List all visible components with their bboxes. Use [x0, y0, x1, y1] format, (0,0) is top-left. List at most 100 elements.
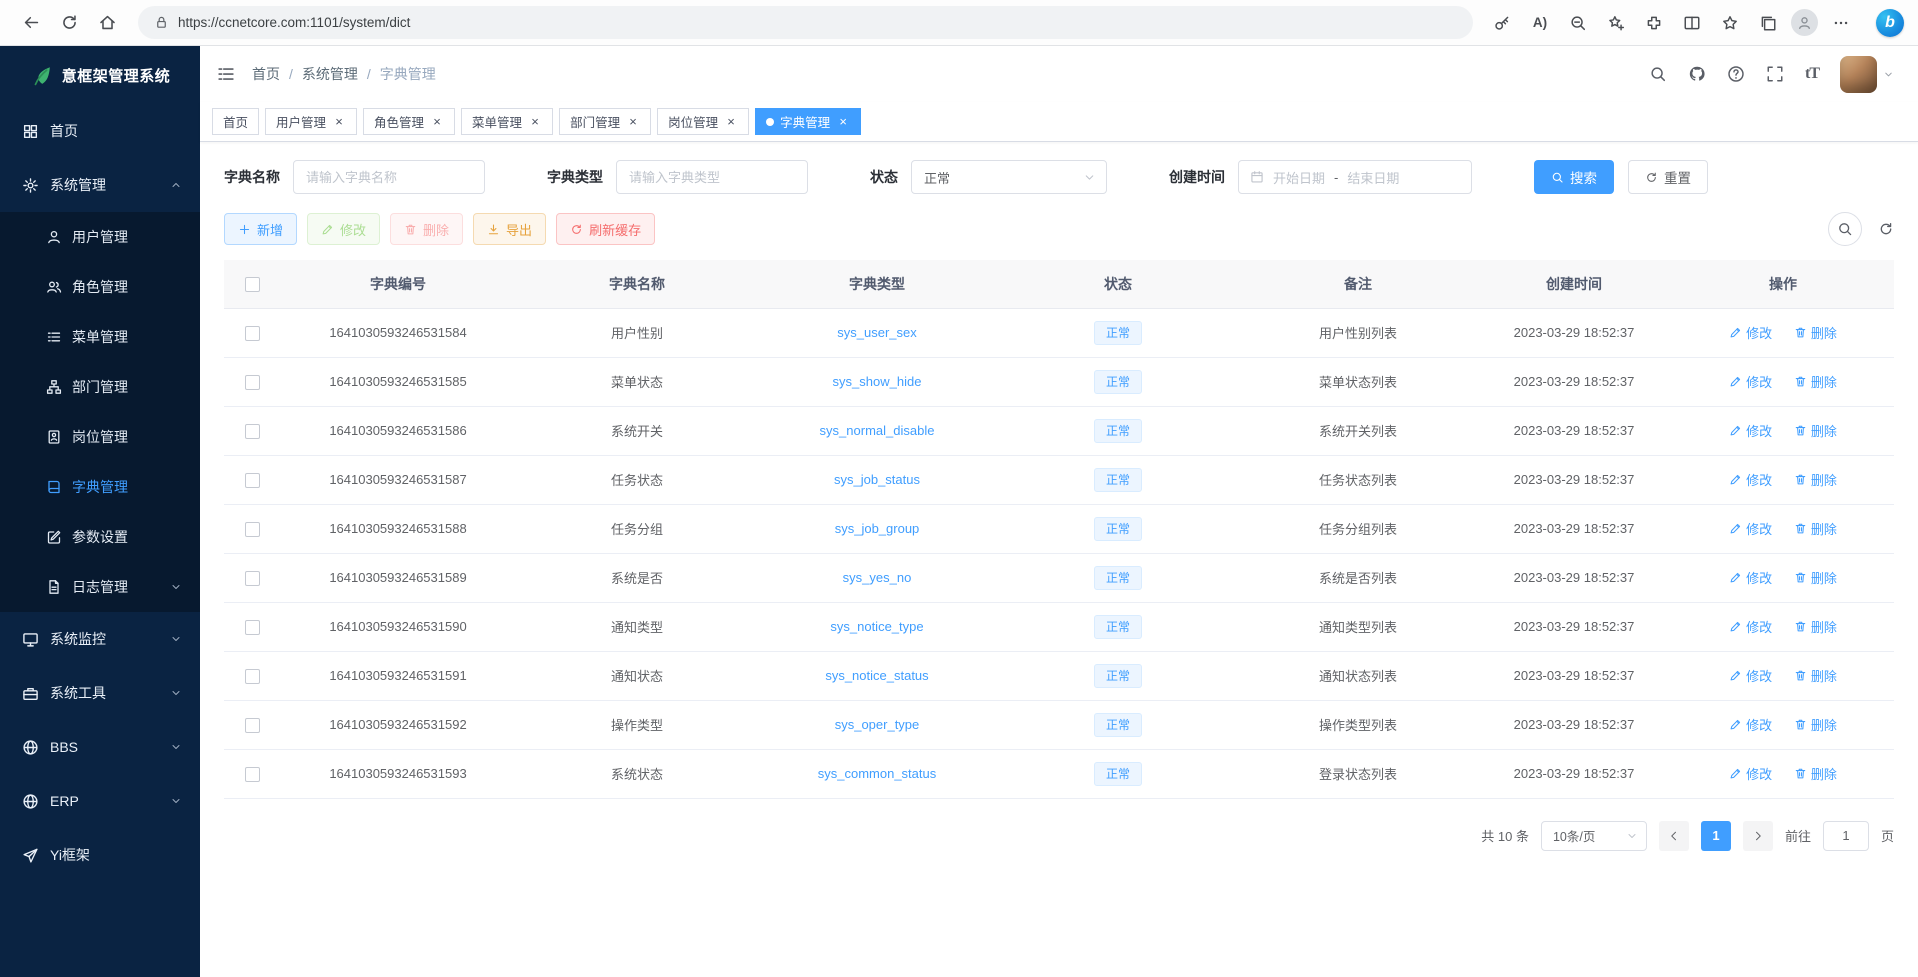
select-all-checkbox[interactable]: [245, 277, 260, 292]
dict-type-link[interactable]: sys_notice_status: [825, 668, 928, 683]
sidebar-item-framework[interactable]: Yi框架: [0, 828, 200, 882]
split-screen-icon[interactable]: [1677, 8, 1707, 38]
dict-type-link[interactable]: sys_show_hide: [833, 374, 922, 389]
dict-type-link[interactable]: sys_normal_disable: [820, 423, 935, 438]
github-icon[interactable]: [1688, 65, 1706, 83]
add-favorite-icon[interactable]: [1601, 8, 1631, 38]
sidebar-item-dict[interactable]: 字典管理: [0, 462, 200, 512]
refresh-cache-button[interactable]: 刷新缓存: [556, 213, 655, 245]
close-icon[interactable]: ×: [430, 115, 444, 129]
row-edit-button[interactable]: 修改: [1729, 764, 1772, 783]
tab-roles[interactable]: 角色管理×: [363, 108, 455, 135]
row-edit-button[interactable]: 修改: [1729, 715, 1772, 734]
tab-home[interactable]: 首页: [212, 108, 259, 135]
next-page-button[interactable]: [1743, 821, 1773, 851]
read-aloud-icon[interactable]: A): [1525, 8, 1555, 38]
row-checkbox[interactable]: [245, 326, 260, 341]
dict-type-link[interactable]: sys_user_sex: [837, 325, 916, 340]
close-icon[interactable]: ×: [724, 115, 738, 129]
row-delete-button[interactable]: 删除: [1794, 617, 1837, 636]
dict-type-link[interactable]: sys_oper_type: [835, 717, 920, 732]
row-delete-button[interactable]: 删除: [1794, 421, 1837, 440]
row-edit-button[interactable]: 修改: [1729, 372, 1772, 391]
tab-posts[interactable]: 岗位管理×: [657, 108, 749, 135]
address-bar[interactable]: https://ccnetcore.com:1101/system/dict: [138, 6, 1473, 39]
fullscreen-icon[interactable]: [1766, 65, 1784, 83]
page-goto-input[interactable]: [1823, 821, 1869, 851]
close-icon[interactable]: ×: [626, 115, 640, 129]
browser-profile-avatar[interactable]: [1791, 9, 1818, 36]
dict-type-link[interactable]: sys_notice_type: [830, 619, 923, 634]
font-size-icon[interactable]: tT: [1805, 65, 1819, 83]
zoom-out-icon[interactable]: [1563, 8, 1593, 38]
sidebar-item-erp[interactable]: ERP: [0, 774, 200, 828]
dict-name-input[interactable]: [293, 160, 485, 194]
row-checkbox[interactable]: [245, 522, 260, 537]
row-edit-button[interactable]: 修改: [1729, 666, 1772, 685]
dict-type-link[interactable]: sys_yes_no: [843, 570, 912, 585]
user-menu[interactable]: [1840, 56, 1894, 93]
bing-button[interactable]: b: [1876, 9, 1904, 37]
row-edit-button[interactable]: 修改: [1729, 617, 1772, 636]
row-delete-button[interactable]: 删除: [1794, 764, 1837, 783]
row-checkbox[interactable]: [245, 620, 260, 635]
edit-button[interactable]: 修改: [307, 213, 380, 245]
row-delete-button[interactable]: 删除: [1794, 568, 1837, 587]
row-checkbox[interactable]: [245, 718, 260, 733]
favorites-icon[interactable]: [1715, 8, 1745, 38]
row-checkbox[interactable]: [245, 767, 260, 782]
export-button[interactable]: 导出: [473, 213, 546, 245]
refresh-table-icon[interactable]: [1878, 221, 1894, 237]
sidebar-item-logs[interactable]: 日志管理: [0, 562, 200, 612]
sidebar-item-posts[interactable]: 岗位管理: [0, 412, 200, 462]
row-checkbox[interactable]: [245, 424, 260, 439]
add-button[interactable]: 新增: [224, 213, 297, 245]
sidebar-item-monitor[interactable]: 系统监控: [0, 612, 200, 666]
row-checkbox[interactable]: [245, 669, 260, 684]
page-number-current[interactable]: 1: [1701, 821, 1731, 851]
close-icon[interactable]: ×: [836, 115, 850, 129]
tab-departments[interactable]: 部门管理×: [559, 108, 651, 135]
row-delete-button[interactable]: 删除: [1794, 372, 1837, 391]
row-edit-button[interactable]: 修改: [1729, 568, 1772, 587]
row-checkbox[interactable]: [245, 571, 260, 586]
delete-button[interactable]: 删除: [390, 213, 463, 245]
dict-type-link[interactable]: sys_job_status: [834, 472, 920, 487]
row-delete-button[interactable]: 删除: [1794, 715, 1837, 734]
reset-button[interactable]: 重置: [1628, 160, 1708, 194]
breadcrumb-home[interactable]: 首页: [252, 64, 280, 84]
browser-home-button[interactable]: [90, 6, 124, 40]
help-icon[interactable]: [1727, 65, 1745, 83]
sidebar-item-menus[interactable]: 菜单管理: [0, 312, 200, 362]
sidebar-item-users[interactable]: 用户管理: [0, 212, 200, 262]
sidebar-item-tools[interactable]: 系统工具: [0, 666, 200, 720]
close-icon[interactable]: ×: [332, 115, 346, 129]
row-edit-button[interactable]: 修改: [1729, 323, 1772, 342]
browser-back-button[interactable]: [14, 6, 48, 40]
sidebar-item-home[interactable]: 首页: [0, 104, 200, 158]
row-edit-button[interactable]: 修改: [1729, 421, 1772, 440]
dict-type-input[interactable]: [616, 160, 808, 194]
sidebar-item-system[interactable]: 系统管理: [0, 158, 200, 212]
row-delete-button[interactable]: 删除: [1794, 519, 1837, 538]
row-checkbox[interactable]: [245, 473, 260, 488]
status-select[interactable]: 正常: [911, 160, 1107, 194]
page-size-select[interactable]: 10条/页: [1541, 821, 1647, 851]
dict-type-link[interactable]: sys_common_status: [818, 766, 937, 781]
sidebar-item-bbs[interactable]: BBS: [0, 720, 200, 774]
prev-page-button[interactable]: [1659, 821, 1689, 851]
sidebar-item-params[interactable]: 参数设置: [0, 512, 200, 562]
close-icon[interactable]: ×: [528, 115, 542, 129]
row-edit-button[interactable]: 修改: [1729, 470, 1772, 489]
browser-refresh-button[interactable]: [52, 6, 86, 40]
collections-icon[interactable]: [1753, 8, 1783, 38]
row-checkbox[interactable]: [245, 375, 260, 390]
tab-users[interactable]: 用户管理×: [265, 108, 357, 135]
row-edit-button[interactable]: 修改: [1729, 519, 1772, 538]
sidebar-item-departments[interactable]: 部门管理: [0, 362, 200, 412]
dict-type-link[interactable]: sys_job_group: [835, 521, 920, 536]
tab-menus[interactable]: 菜单管理×: [461, 108, 553, 135]
extensions-icon[interactable]: [1639, 8, 1669, 38]
show-search-icon[interactable]: [1828, 212, 1862, 246]
search-icon[interactable]: [1649, 65, 1667, 83]
